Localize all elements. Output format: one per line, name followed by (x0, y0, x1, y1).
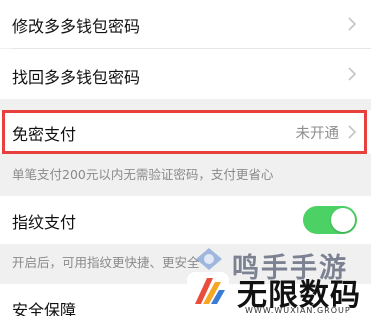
watermark-main: 无限数码 WWW.WUXIAN.GROUP (185, 268, 371, 316)
watermark-sub-text: WWW.WUXIAN.GROUP (245, 306, 351, 315)
recover-wallet-password-row[interactable]: 找回多多钱包密码 (0, 49, 371, 99)
watermark-brand-logo-icon (185, 270, 231, 316)
toggle-knob (331, 208, 355, 232)
password-free-note: 单笔支付200元以内无需验证密码，支付更省心 (12, 167, 274, 182)
chevron-right-icon (345, 14, 359, 34)
chevron-right-icon (345, 64, 359, 84)
fingerprint-toggle[interactable] (303, 206, 357, 234)
modify-wallet-password-label: 修改多多钱包密码 (12, 17, 141, 36)
payment-settings-page: 修改多多钱包密码 找回多多钱包密码 免密支付 未开通 单笔支付200元以内无需验… (0, 0, 371, 316)
modify-wallet-password-row[interactable]: 修改多多钱包密码 (0, 0, 371, 48)
recover-wallet-password-label: 找回多多钱包密码 (12, 68, 141, 87)
highlight-box (2, 110, 367, 154)
security-guarantee-label: 安全保障 (12, 301, 77, 316)
fingerprint-payment-label: 指纹支付 (12, 213, 77, 232)
fingerprint-note: 开启后，可用指纹更快捷、更安全 (12, 255, 200, 270)
